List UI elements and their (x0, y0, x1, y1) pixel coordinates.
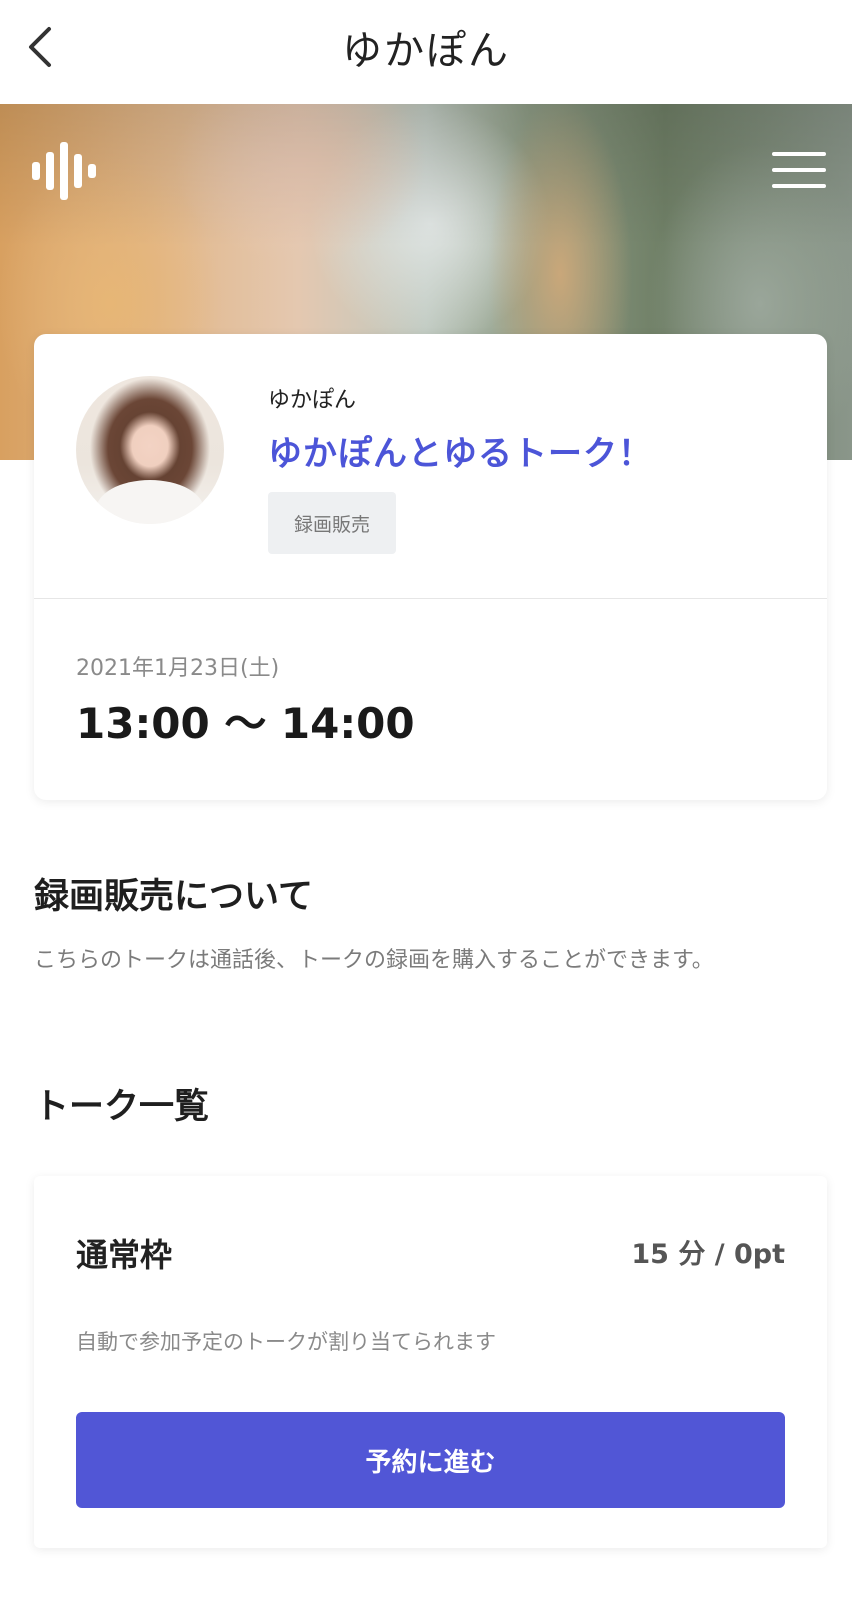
hamburger-menu-icon[interactable] (772, 152, 828, 192)
talk-list-title: トーク一覧 (34, 1087, 210, 1127)
talk-time-range: 13:00 〜 14:00 (76, 699, 415, 748)
plan-name: 通常枠 (76, 1236, 173, 1274)
recording-section-description: こちらのトークは通話後、トークの録画を購入することができます。 (34, 948, 714, 973)
page-title: ゆかぽん (342, 28, 510, 74)
talk-title: ゆかぽんとゆるトーク！ (268, 434, 653, 474)
reserve-button[interactable]: 予約に進む (76, 1412, 785, 1508)
plan-duration-price: 15 分 / 0pt (631, 1239, 785, 1270)
plan-card: 通常枠 15 分 / 0pt 自動で参加予定のトークが割り当てられます 予約に進… (34, 1176, 827, 1548)
host-name: ゆかぽん (268, 388, 357, 413)
divider (34, 598, 827, 599)
plan-description: 自動で参加予定のトークが割り当てられます (76, 1330, 496, 1354)
avatar (76, 376, 224, 524)
talk-info-card: ゆかぽん ゆかぽんとゆるトーク！ 録画販売 2021年1月23日(土) 13:0… (34, 334, 827, 800)
talk-date: 2021年1月23日(土) (76, 656, 280, 681)
navigation-bar: ゆかぽん (0, 0, 852, 104)
recording-section-title: 録画販売について (34, 877, 313, 917)
waveform-logo-icon (32, 142, 96, 200)
status-badge: 録画販売 (268, 492, 396, 554)
